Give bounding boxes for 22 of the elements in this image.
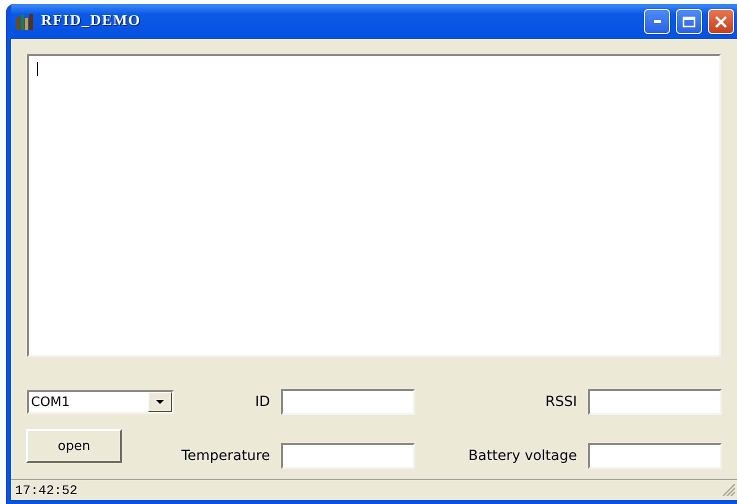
input-field[interactable] [281,389,415,415]
port-dropdown[interactable]: COM1 [27,390,174,414]
field-label: Battery voltage [468,448,578,464]
close-icon [714,14,728,28]
input-field[interactable] [588,389,722,415]
open-button[interactable]: open [26,429,122,463]
field-label: RSSI [545,394,578,410]
status-time: 17:42:52 [15,482,78,498]
field-label: Temperature [181,448,271,464]
window-title: RFID_DEMO [41,13,142,30]
input-field[interactable] [281,443,415,469]
text-cursor [37,62,38,76]
minimize-button[interactable] [644,9,670,34]
maximize-icon [682,16,696,28]
input-field[interactable] [588,443,722,469]
maximize-button[interactable] [676,9,702,34]
resize-grip-icon [723,484,735,496]
close-button[interactable] [708,9,734,34]
minimize-icon [654,20,660,23]
app-icon [15,12,35,30]
field-label: ID [255,394,271,410]
caret-icon [156,400,164,404]
